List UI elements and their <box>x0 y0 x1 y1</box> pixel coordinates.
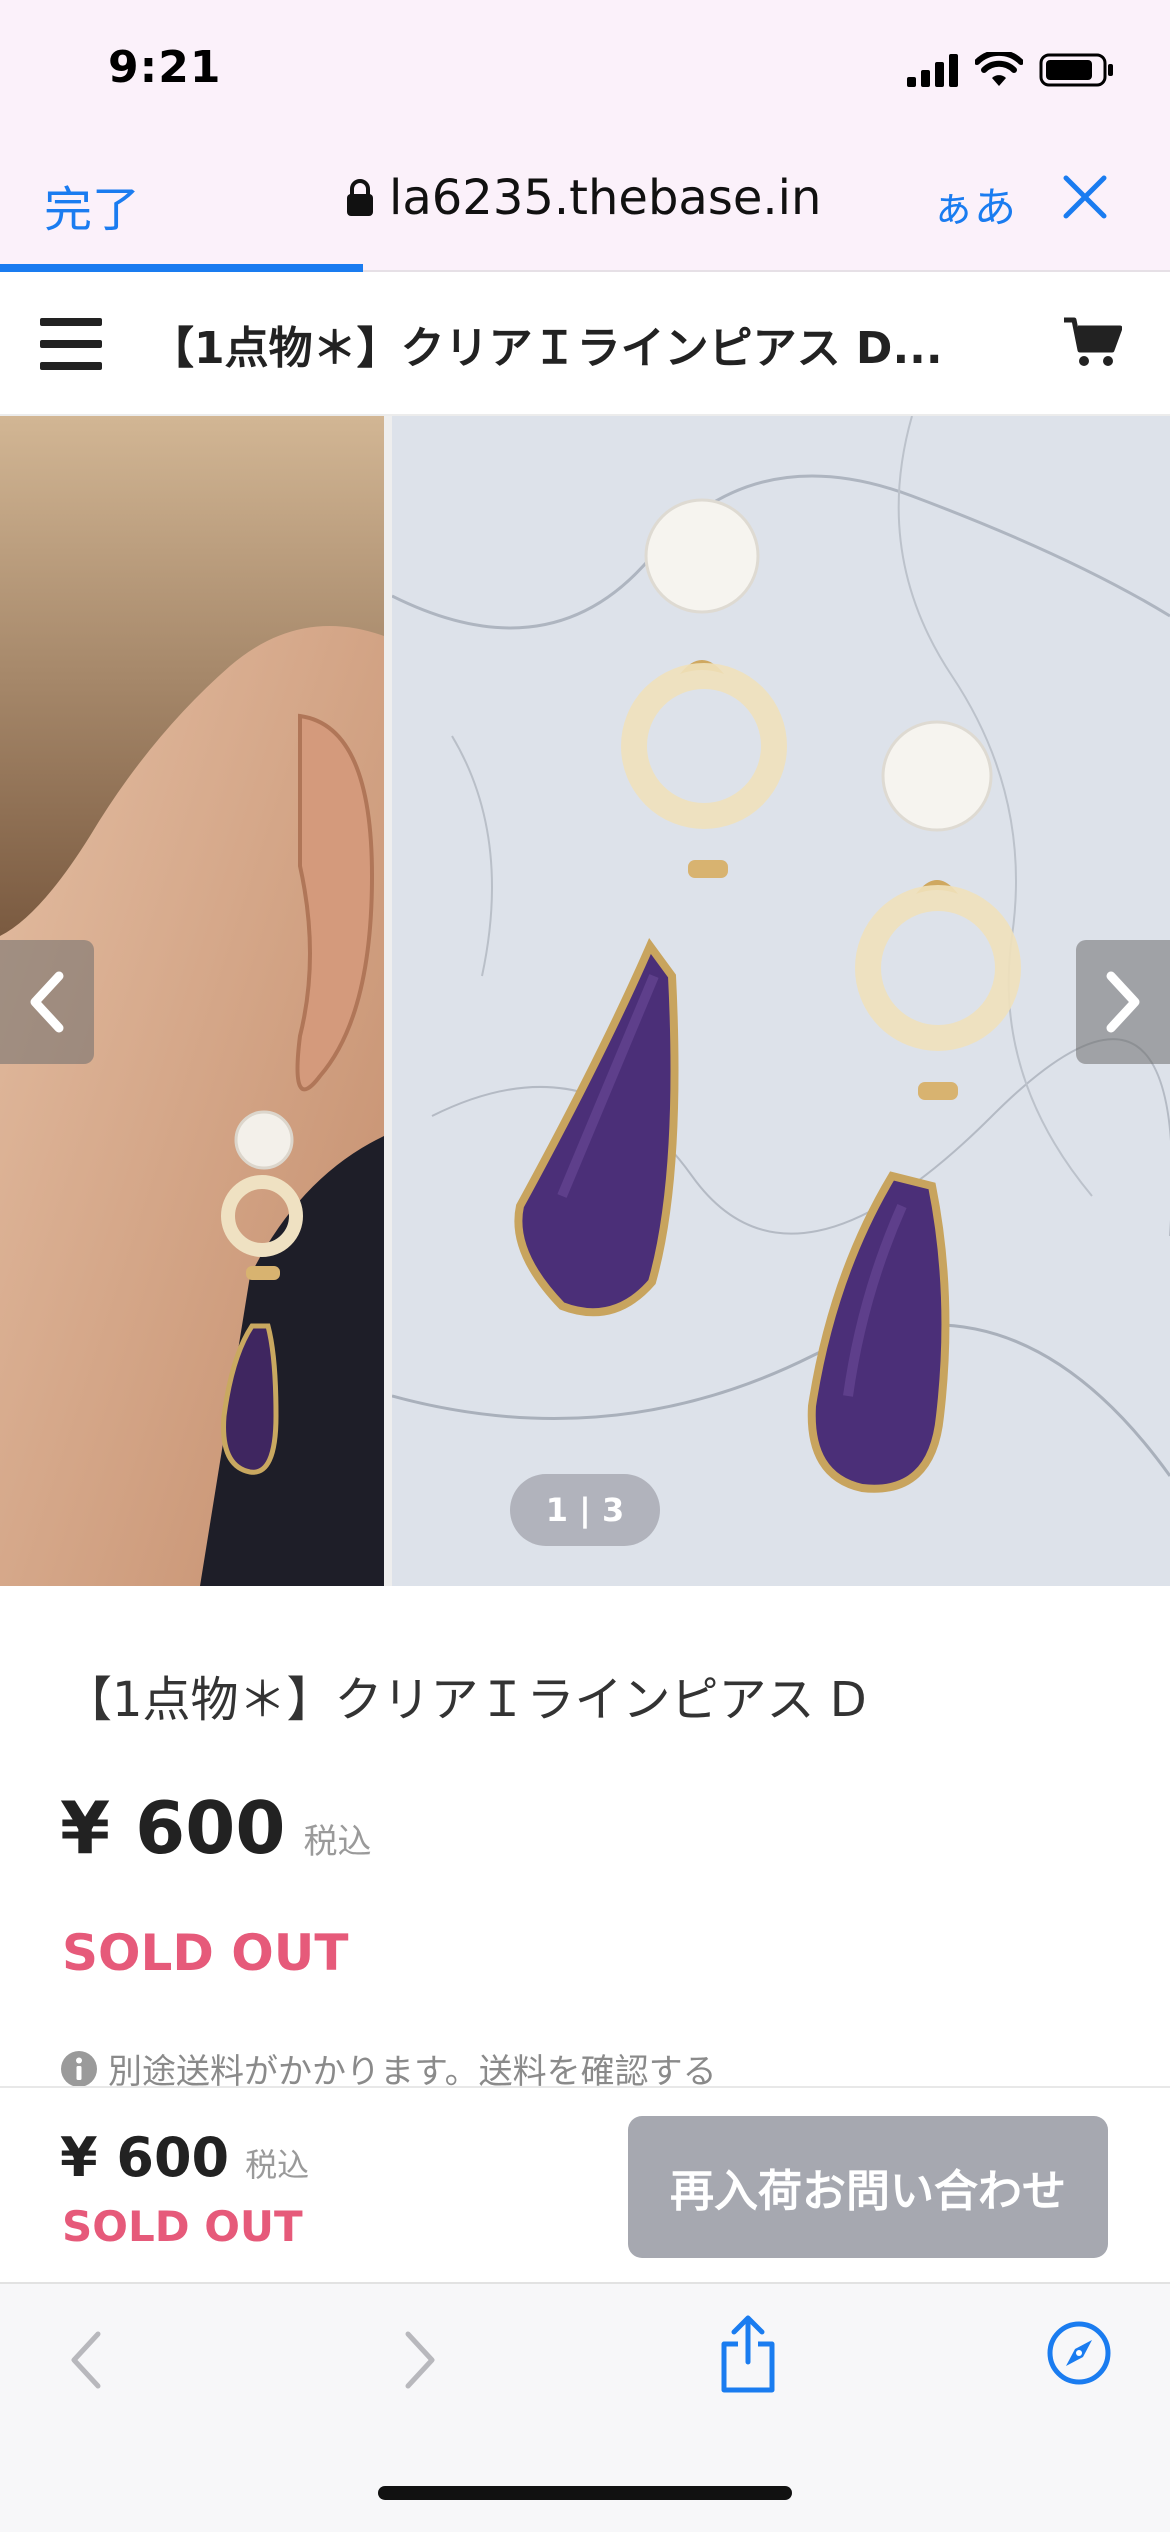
tax-label: 税込 <box>303 1822 372 1862</box>
gallery-page-indicator: 1 | 3 <box>510 1474 660 1546</box>
gallery-prev-button[interactable] <box>0 940 94 1064</box>
header-title: 【1点物＊】クリアＩラインピアス D... <box>150 323 943 374</box>
share-icon <box>721 2315 775 2393</box>
url-text: la6235.thebase.in <box>389 170 822 226</box>
info-icon <box>61 2050 97 2087</box>
status-bar: 9:21 <box>0 0 1170 140</box>
safari-compass-button[interactable] <box>1046 2320 1112 2390</box>
forward-icon <box>405 2331 435 2389</box>
restock-inquiry-button[interactable]: 再入荷お問い合わせ <box>628 2116 1108 2258</box>
close-icon <box>1063 175 1107 219</box>
price-row: ¥ 600 税込 <box>60 1786 371 1870</box>
text-size-button[interactable]: ぁあ <box>932 174 1016 235</box>
product-title: 【1点物＊】クリアＩラインピアス D <box>64 1672 867 1728</box>
cart-icon <box>1064 317 1123 366</box>
sticky-price-row: ¥ 600 税込 <box>60 2126 309 2189</box>
share-button[interactable] <box>716 2314 780 2398</box>
url-field[interactable]: la6235.thebase.in <box>345 170 821 226</box>
site-header: 【1点物＊】クリアＩラインピアス D... <box>0 272 1170 416</box>
battery-icon <box>1039 53 1113 87</box>
browser-address-bar: 完了 la6235.thebase.in ぁあ <box>0 140 1170 272</box>
hamburger-menu-icon[interactable] <box>40 318 102 370</box>
sticky-purchase-bar: ¥ 600 税込 SOLD OUT 再入荷お問い合わせ <box>0 2086 1170 2282</box>
compass-icon <box>1047 2321 1111 2385</box>
sticky-price: ¥ 600 <box>60 2126 230 2189</box>
home-indicator <box>378 2486 792 2500</box>
gallery-next-button[interactable] <box>1076 940 1170 1064</box>
product-gallery[interactable]: 1 | 3 <box>0 416 1170 1586</box>
product-price: ¥ 600 <box>60 1786 286 1870</box>
product-photo-flat <box>392 416 1170 1586</box>
status-time: 9:21 <box>108 42 222 93</box>
done-button[interactable]: 完了 <box>44 170 140 240</box>
close-button[interactable] <box>1062 174 1108 224</box>
lock-icon <box>347 179 373 216</box>
wifi-icon <box>975 52 1023 86</box>
back-button[interactable] <box>66 2328 106 2396</box>
sticky-sold-out-label: SOLD OUT <box>62 2202 303 2251</box>
chevron-right-icon <box>1106 971 1140 1033</box>
chevron-left-icon <box>30 971 64 1033</box>
back-icon <box>71 2331 101 2389</box>
sticky-tax-label: 税込 <box>245 2146 310 2184</box>
status-icons <box>907 52 1115 88</box>
sold-out-label: SOLD OUT <box>62 1924 349 1982</box>
page-load-progress <box>0 264 363 272</box>
signal-icon <box>907 54 958 87</box>
cart-button[interactable] <box>1064 316 1123 372</box>
forward-button[interactable] <box>400 2328 440 2396</box>
